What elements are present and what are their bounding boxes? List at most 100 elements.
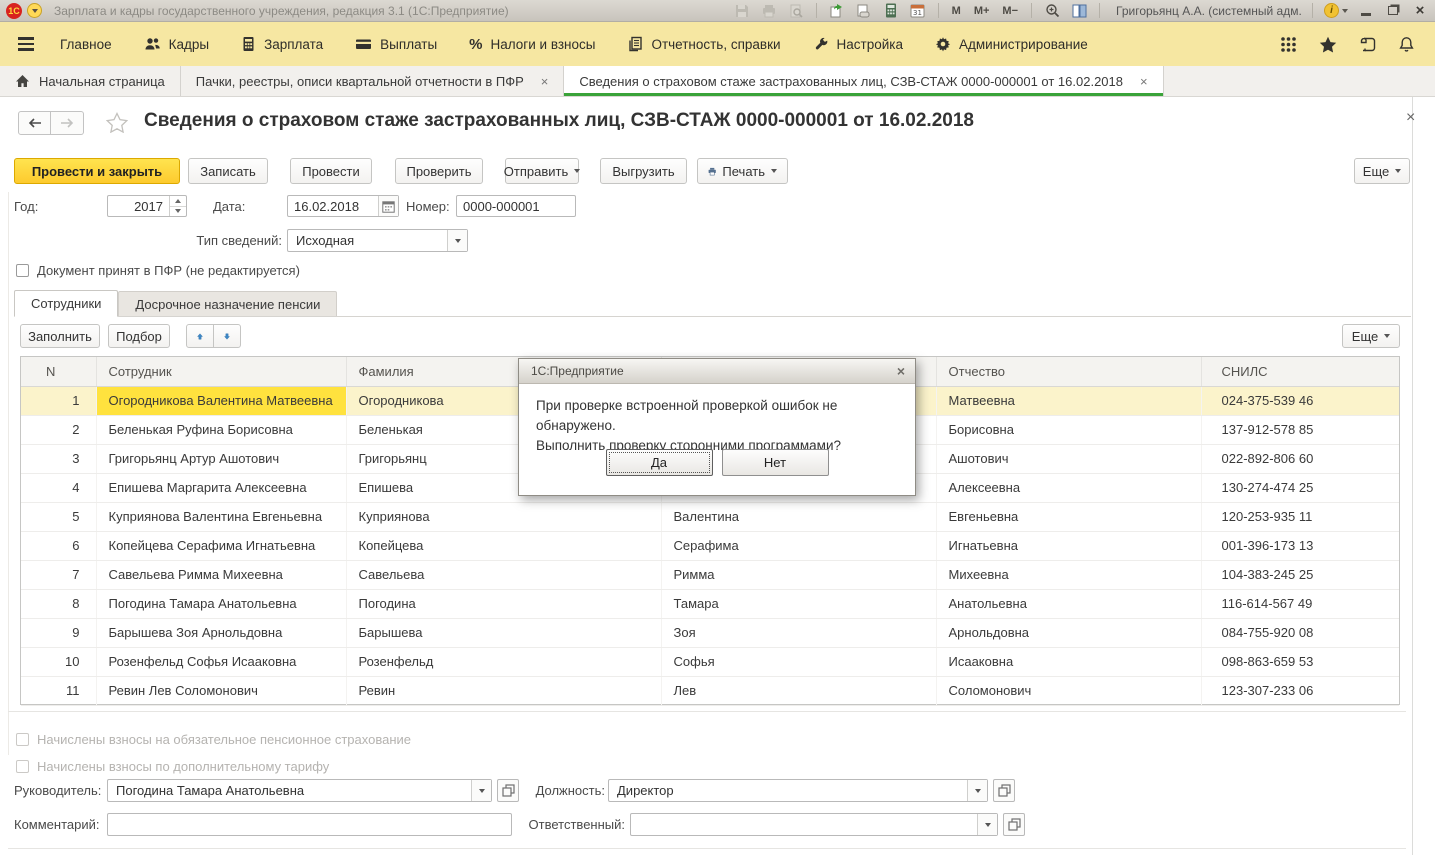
cell-patronymic[interactable]: Ашотович <box>936 444 1201 473</box>
form-more-button[interactable]: Еще <box>1354 158 1410 184</box>
year-input[interactable] <box>108 196 169 216</box>
cell-n[interactable]: 10 <box>21 647 96 676</box>
export-button[interactable]: Выгрузить <box>600 158 687 184</box>
cell-employee[interactable]: Епишева Маргарита Алексеевна <box>96 473 346 502</box>
calendar-icon[interactable]: 31 <box>909 2 927 19</box>
cell-name[interactable]: Серафима <box>661 531 936 560</box>
print-icon[interactable] <box>760 2 778 19</box>
calendar-picker-button[interactable] <box>378 196 398 216</box>
spin-down-icon[interactable] <box>170 207 186 217</box>
send-button[interactable]: Отправить <box>505 158 579 184</box>
cell-n[interactable]: 6 <box>21 531 96 560</box>
cell-n[interactable]: 11 <box>21 676 96 705</box>
cell-snils[interactable]: 137-912-578 85 <box>1201 415 1399 444</box>
head-open-button[interactable] <box>497 779 519 802</box>
window-close-button[interactable]: × <box>1411 2 1429 19</box>
menu-item-main[interactable]: Главное <box>60 37 112 52</box>
spin-up-icon[interactable] <box>170 196 186 207</box>
cell-n[interactable]: 5 <box>21 502 96 531</box>
cell-patronymic[interactable]: Евгеньевна <box>936 502 1201 531</box>
position-combo[interactable]: Директор <box>608 779 988 802</box>
cell-patronymic[interactable]: Борисовна <box>936 415 1201 444</box>
cell-employee[interactable]: Григорьянц Артур Ашотович <box>96 444 346 473</box>
split-view-icon[interactable] <box>1070 2 1088 19</box>
menu-item-salary[interactable]: Зарплата <box>241 36 323 52</box>
memory-m-minus-button[interactable]: M− <box>1000 5 1020 17</box>
dialog-yes-button[interactable]: Да <box>606 449 713 476</box>
menu-item-payments[interactable]: Выплаты <box>355 36 437 52</box>
move-down-button[interactable] <box>213 324 241 348</box>
post-and-close-button[interactable]: Провести и закрыть <box>14 158 180 184</box>
menu-item-taxes[interactable]: % Налоги и взносы <box>469 36 595 53</box>
dropdown-button[interactable] <box>447 230 467 251</box>
cell-snils[interactable]: 022-892-806 60 <box>1201 444 1399 473</box>
table-row[interactable]: 7Савельева Римма МихеевнаСавельеваРиммаМ… <box>21 560 1399 589</box>
cell-snils[interactable]: 120-253-935 11 <box>1201 502 1399 531</box>
table-row[interactable]: 8Погодина Тамара АнатольевнаПогодинаТама… <box>21 589 1399 618</box>
favorite-star-icon[interactable] <box>106 112 128 133</box>
cell-patronymic[interactable]: Анатольевна <box>936 589 1201 618</box>
cell-name[interactable]: Римма <box>661 560 936 589</box>
zoom-in-icon[interactable] <box>1043 2 1061 19</box>
check-button[interactable]: Проверить <box>395 158 483 184</box>
responsible-open-button[interactable] <box>1003 813 1025 836</box>
cell-n[interactable]: 7 <box>21 560 96 589</box>
cell-name[interactable]: Тамара <box>661 589 936 618</box>
cell-patronymic[interactable]: Исааковна <box>936 647 1201 676</box>
tab-close-icon[interactable]: × <box>541 74 549 89</box>
cell-snils[interactable]: 123-307-233 06 <box>1201 676 1399 705</box>
column-header[interactable]: Сотрудник <box>96 357 346 386</box>
tab-home[interactable]: Начальная страница <box>0 66 181 96</box>
column-header[interactable]: Отчество <box>936 357 1201 386</box>
number-input[interactable] <box>457 196 575 216</box>
year-field[interactable] <box>107 195 187 217</box>
cell-employee[interactable]: Беленькая Руфина Борисовна <box>96 415 346 444</box>
cell-n[interactable]: 9 <box>21 618 96 647</box>
year-spinner[interactable] <box>169 196 186 216</box>
dropdown-button[interactable] <box>977 814 997 835</box>
checkbox-icon[interactable] <box>16 264 29 277</box>
all-functions-icon[interactable] <box>1280 36 1297 53</box>
comment-field[interactable] <box>107 813 512 836</box>
memory-m-plus-button[interactable]: M+ <box>972 5 992 17</box>
cell-n[interactable]: 1 <box>21 386 96 415</box>
cell-surname[interactable]: Розенфельд <box>346 647 661 676</box>
cell-n[interactable]: 3 <box>21 444 96 473</box>
cell-patronymic[interactable]: Соломонович <box>936 676 1201 705</box>
cell-surname[interactable]: Савельева <box>346 560 661 589</box>
menu-item-settings[interactable]: Настройка <box>813 36 903 52</box>
cell-n[interactable]: 4 <box>21 473 96 502</box>
pick-button[interactable]: Подбор <box>108 324 170 348</box>
minimize-button[interactable] <box>1357 2 1375 19</box>
cell-n[interactable]: 8 <box>21 589 96 618</box>
date-input[interactable] <box>288 196 378 216</box>
menu-item-administration[interactable]: Администрирование <box>935 36 1088 52</box>
cell-employee[interactable]: Огородникова Валентина Матвеевна <box>96 386 346 415</box>
fill-button[interactable]: Заполнить <box>20 324 100 348</box>
cell-employee[interactable]: Розенфельд Софья Исааковна <box>96 647 346 676</box>
memory-m-button[interactable]: M <box>950 5 963 17</box>
restore-button[interactable] <box>1384 2 1402 19</box>
cell-snils[interactable]: 116-614-567 49 <box>1201 589 1399 618</box>
cell-patronymic[interactable]: Алексеевна <box>936 473 1201 502</box>
print-preview-icon[interactable] <box>787 2 805 19</box>
cell-employee[interactable]: Барышева Зоя Арнольдовна <box>96 618 346 647</box>
table-more-button[interactable]: Еще <box>1342 324 1400 348</box>
column-header[interactable]: СНИЛС <box>1201 357 1399 386</box>
cell-patronymic[interactable]: Игнатьевна <box>936 531 1201 560</box>
cell-n[interactable]: 2 <box>21 415 96 444</box>
table-row[interactable]: 10Розенфельд Софья ИсааковнаРозенфельдСо… <box>21 647 1399 676</box>
cell-snils[interactable]: 024-375-539 46 <box>1201 386 1399 415</box>
menu-item-personnel[interactable]: Кадры <box>144 36 209 52</box>
current-user-button[interactable]: Григорьянц А.А. (системный адм... <box>1111 4 1301 18</box>
add-link-icon[interactable] <box>828 2 846 19</box>
table-row[interactable]: 11Ревин Лев СоломоновичРевинЛевСоломонов… <box>21 676 1399 705</box>
cell-snils[interactable]: 098-863-659 53 <box>1201 647 1399 676</box>
form-close-button[interactable]: × <box>1406 109 1415 127</box>
move-up-button[interactable] <box>186 324 214 348</box>
dialog-no-button[interactable]: Нет <box>722 449 829 476</box>
cell-name[interactable]: Софья <box>661 647 936 676</box>
show-links-icon[interactable] <box>855 2 873 19</box>
cell-surname[interactable]: Ревин <box>346 676 661 705</box>
notifications-bell-icon[interactable] <box>1398 36 1415 53</box>
